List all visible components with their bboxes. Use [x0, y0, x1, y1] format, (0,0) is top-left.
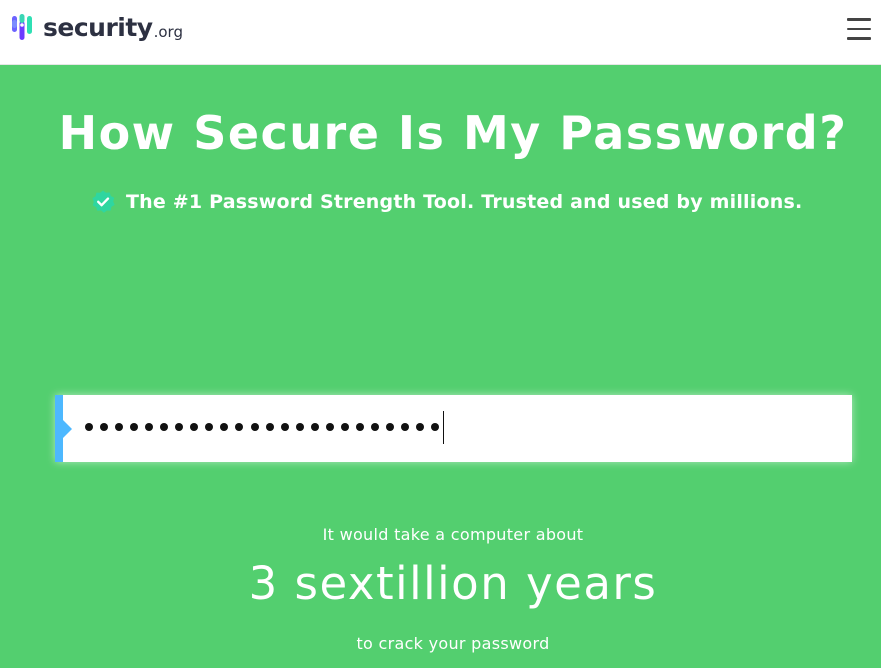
site-logo-link[interactable]: security .org — [10, 10, 183, 44]
hamburger-menu-icon — [847, 18, 871, 21]
security-org-logo-icon — [12, 14, 32, 40]
hamburger-menu-button[interactable] — [847, 16, 873, 42]
crack-time-prefix: It would take a computer about — [322, 525, 584, 544]
top-nav-bar: security .org — [0, 0, 881, 65]
password-input-container — [55, 395, 852, 462]
crack-time-value: 3 sextillion years — [248, 557, 658, 610]
input-accent-marker — [55, 395, 72, 462]
verified-check-badge-icon — [92, 190, 115, 213]
password-input[interactable] — [83, 405, 823, 451]
page: security .org How Secure Is My Password?… — [0, 0, 881, 668]
logo-wordmark: security — [43, 12, 153, 42]
page-title: How Secure Is My Password? — [58, 106, 848, 160]
tagline-text: The #1 Password Strength Tool. Trusted a… — [126, 191, 803, 213]
crack-time-suffix: to crack your password — [356, 634, 550, 653]
hamburger-menu-icon-bar — [847, 27, 871, 31]
logo-tld: .org — [153, 22, 183, 41]
hamburger-menu-icon-bar — [847, 37, 871, 40]
tagline: The #1 Password Strength Tool. Trusted a… — [90, 189, 802, 215]
